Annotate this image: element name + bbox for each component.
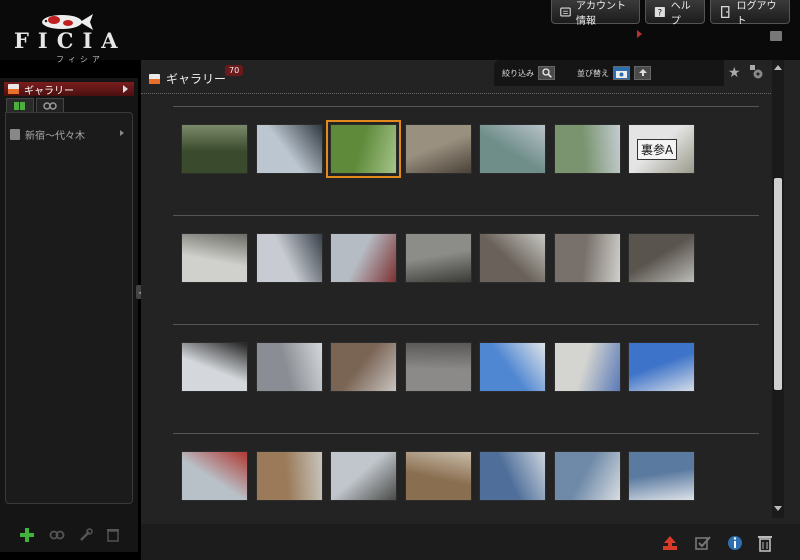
ficia-logo[interactable]: FICIA フィシア bbox=[14, 12, 127, 64]
sort-label: 並び替え bbox=[577, 68, 609, 78]
info-icon[interactable] bbox=[726, 534, 744, 552]
checkbox-icon[interactable] bbox=[694, 534, 712, 552]
photo-thumbnail[interactable] bbox=[479, 451, 546, 501]
photo-thumbnail[interactable] bbox=[628, 342, 695, 392]
scrollbar[interactable] bbox=[772, 60, 784, 518]
gallery-icon bbox=[8, 84, 19, 94]
logo-text: FICIA bbox=[14, 28, 127, 53]
thumbnail-sign-text: 裏参A bbox=[637, 139, 678, 160]
photo-thumbnail[interactable] bbox=[256, 451, 323, 501]
tree-item[interactable]: 新宿〜代々木 bbox=[10, 127, 128, 142]
sidebar-item-label: ギャラリー bbox=[24, 85, 74, 97]
sidebar: ギャラリー 新宿〜代々木 bbox=[0, 78, 138, 552]
account-info-button[interactable]: アカウント情報 bbox=[551, 0, 640, 27]
door-icon bbox=[721, 5, 730, 18]
page-title: ギャラリー bbox=[149, 70, 226, 87]
filter-button[interactable] bbox=[538, 66, 555, 80]
row-separator bbox=[173, 433, 759, 434]
sidebar-item-gallery[interactable]: ギャラリー bbox=[4, 82, 134, 97]
album-icon bbox=[10, 128, 20, 140]
chevron-right-icon bbox=[123, 85, 128, 93]
account-card-icon bbox=[560, 7, 571, 16]
photo-thumbnail[interactable] bbox=[628, 233, 695, 283]
tab-links[interactable] bbox=[36, 98, 64, 112]
tree-item-label: 新宿〜代々木 bbox=[25, 130, 85, 142]
album-tree: 新宿〜代々木 bbox=[5, 112, 133, 504]
photo-thumbnail[interactable] bbox=[330, 451, 397, 501]
tab-albums[interactable] bbox=[6, 98, 34, 112]
row-separator bbox=[173, 215, 759, 216]
app-header: FICIA フィシア アカウント情報 ? ヘルプ ログアウト bbox=[0, 0, 800, 64]
wrench-icon[interactable] bbox=[79, 528, 93, 542]
photo-thumbnail[interactable] bbox=[181, 342, 248, 392]
filter-label: 絞り込み bbox=[502, 68, 534, 78]
photo-thumbnail[interactable] bbox=[330, 233, 397, 283]
sidebar-tabs bbox=[6, 98, 64, 112]
sort-by-photo-button[interactable] bbox=[613, 66, 630, 80]
photo-thumbnail[interactable] bbox=[326, 120, 401, 178]
help-label: ヘルプ bbox=[670, 0, 691, 27]
upload-icon[interactable] bbox=[661, 534, 679, 552]
row-separator bbox=[173, 106, 759, 107]
gallery-toolbar: 絞り込み 並び替え bbox=[494, 60, 724, 86]
photo-thumbnail[interactable] bbox=[554, 342, 621, 392]
photo-thumbnail[interactable] bbox=[479, 233, 546, 283]
photo-thumbnail[interactable] bbox=[256, 233, 323, 283]
photo-thumbnail[interactable] bbox=[628, 451, 695, 501]
logo-kana: フィシア bbox=[56, 55, 104, 64]
photo-count-badge: 70 bbox=[225, 65, 244, 76]
photo-thumbnail[interactable] bbox=[554, 451, 621, 501]
scroll-thumb[interactable] bbox=[774, 178, 782, 390]
photo-thumbnail[interactable] bbox=[330, 342, 397, 392]
photo-thumbnail[interactable] bbox=[479, 124, 546, 174]
search-icon bbox=[541, 68, 552, 78]
sort-by-upload-button[interactable] bbox=[634, 66, 651, 80]
photo-thumbnail[interactable] bbox=[181, 233, 248, 283]
link-icon bbox=[43, 101, 57, 110]
scroll-down-arrow-icon[interactable] bbox=[774, 506, 782, 511]
photo-thumbnail[interactable] bbox=[405, 233, 472, 283]
chevron-right-icon bbox=[120, 130, 124, 136]
star-icon[interactable]: ★ bbox=[728, 66, 742, 80]
logout-label: ログアウト bbox=[736, 0, 777, 27]
link-icon[interactable] bbox=[49, 530, 65, 540]
photo-thumbnail[interactable] bbox=[181, 451, 248, 501]
account-info-label: アカウント情報 bbox=[576, 0, 626, 27]
photo-thumbnail[interactable] bbox=[405, 124, 472, 174]
upload-icon bbox=[638, 69, 647, 76]
svg-text:?: ? bbox=[658, 7, 662, 17]
message-icon[interactable] bbox=[770, 31, 782, 41]
book-icon bbox=[14, 101, 25, 110]
gallery-icon bbox=[149, 73, 160, 84]
photo-thumbnail[interactable] bbox=[256, 124, 323, 174]
page-title-label: ギャラリー bbox=[166, 72, 227, 86]
sidebar-footer bbox=[0, 518, 138, 552]
help-button[interactable]: ? ヘルプ bbox=[645, 0, 705, 27]
photo-thumbnail[interactable] bbox=[554, 124, 621, 174]
add-icon[interactable] bbox=[19, 527, 35, 543]
photo-thumbnail[interactable] bbox=[554, 233, 621, 283]
row-separator bbox=[173, 324, 759, 325]
photo-thumbnail[interactable] bbox=[479, 342, 546, 392]
trash-icon[interactable] bbox=[107, 528, 119, 542]
gallery-panel: ギャラリー 70 絞り込み 並び替え ★ 裏参A bbox=[141, 60, 800, 560]
photo-thumbnail[interactable] bbox=[256, 342, 323, 392]
logout-button[interactable]: ログアウト bbox=[710, 0, 790, 27]
gallery-header: ギャラリー 70 絞り込み 並び替え ★ bbox=[141, 60, 773, 94]
photo-thumbnail[interactable] bbox=[405, 451, 472, 501]
photo-thumbnail[interactable] bbox=[181, 124, 248, 174]
view-settings-icon[interactable] bbox=[749, 65, 763, 79]
scroll-up-arrow-icon[interactable] bbox=[774, 65, 782, 70]
trash-icon[interactable] bbox=[756, 534, 774, 552]
photo-thumbnail[interactable]: 裏参A bbox=[628, 124, 695, 174]
notification-arrow-icon bbox=[637, 30, 642, 38]
gallery-action-bar bbox=[141, 524, 800, 560]
camera-icon bbox=[616, 70, 627, 78]
question-icon: ? bbox=[654, 6, 665, 17]
photo-thumbnail[interactable] bbox=[405, 342, 472, 392]
